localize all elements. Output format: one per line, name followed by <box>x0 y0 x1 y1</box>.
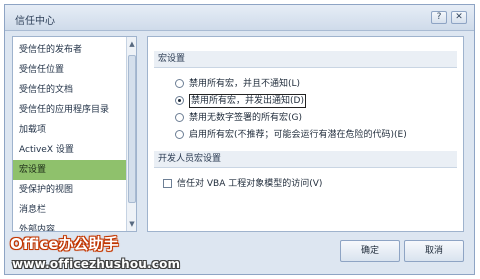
office-assistant-logo: Office办公助手 <box>10 233 155 255</box>
close-button[interactable]: ✕ <box>451 11 467 24</box>
radio-enable-all[interactable] <box>175 130 184 139</box>
option-label: 禁用无数字签署的所有宏(G) <box>189 113 302 123</box>
option-label: 信任对 VBA 工程对象模型的访问(V) <box>177 179 323 189</box>
sidebar-item-external-content[interactable]: 外部内容 <box>13 220 126 231</box>
sidebar-item-trusted-documents[interactable]: 受信任的文档 <box>13 80 126 100</box>
developer-macro-settings-heading: 开发人员宏设置 <box>154 151 457 168</box>
cancel-button[interactable]: 取消 <box>404 240 464 262</box>
site-watermark: www.officezhushou.com <box>12 257 181 271</box>
title-bar: 信任中心 ? ✕ <box>5 5 474 31</box>
scroll-up-icon[interactable]: ▲ <box>127 39 136 49</box>
option-label: 禁用所有宏，并且不通知(L) <box>189 79 301 89</box>
vba-access-checkbox[interactable] <box>163 179 172 188</box>
sidebar-item-macro-settings[interactable]: 宏设置 <box>13 160 126 180</box>
sidebar-item-trusted-app-catalogs[interactable]: 受信任的应用程序目录 <box>13 100 126 120</box>
sidebar-item-trusted-publishers[interactable]: 受信任的发布者 <box>13 40 126 60</box>
radio-disable-with-notify[interactable] <box>175 96 184 105</box>
category-list: 受信任的发布者 受信任位置 受信任的文档 受信任的应用程序目录 加载项 Acti… <box>12 36 137 232</box>
sidebar-item-add-ins[interactable]: 加载项 <box>13 120 126 140</box>
help-button[interactable]: ? <box>431 11 447 24</box>
radio-disable-unsigned[interactable] <box>175 113 184 122</box>
macro-settings-heading: 宏设置 <box>154 51 457 68</box>
logo-text: Office办公助手 <box>10 235 119 253</box>
option-label: 禁用所有宏，并发出通知(D) <box>189 94 306 108</box>
scroll-down-icon[interactable]: ▼ <box>127 219 136 229</box>
settings-panel: 宏设置 禁用所有宏，并且不通知(L) 禁用所有宏，并发出通知(D) 禁用无数字签… <box>147 36 464 232</box>
sidebar-item-message-bar[interactable]: 消息栏 <box>13 200 126 220</box>
sidebar-item-activex-settings[interactable]: ActiveX 设置 <box>13 140 126 160</box>
radio-disable-no-notify[interactable] <box>175 79 184 88</box>
dialog-title: 信任中心 <box>15 16 55 27</box>
option-label: 启用所有宏(不推荐；可能会运行有潜在危险的代码)(E) <box>189 130 407 140</box>
ok-button[interactable]: 确定 <box>340 240 400 262</box>
sidebar-item-protected-view[interactable]: 受保护的视图 <box>13 180 126 200</box>
sidebar-item-trusted-locations[interactable]: 受信任位置 <box>13 60 126 80</box>
category-scrollbar[interactable]: ▲ ▼ <box>126 37 136 231</box>
scroll-thumb[interactable] <box>128 55 136 203</box>
